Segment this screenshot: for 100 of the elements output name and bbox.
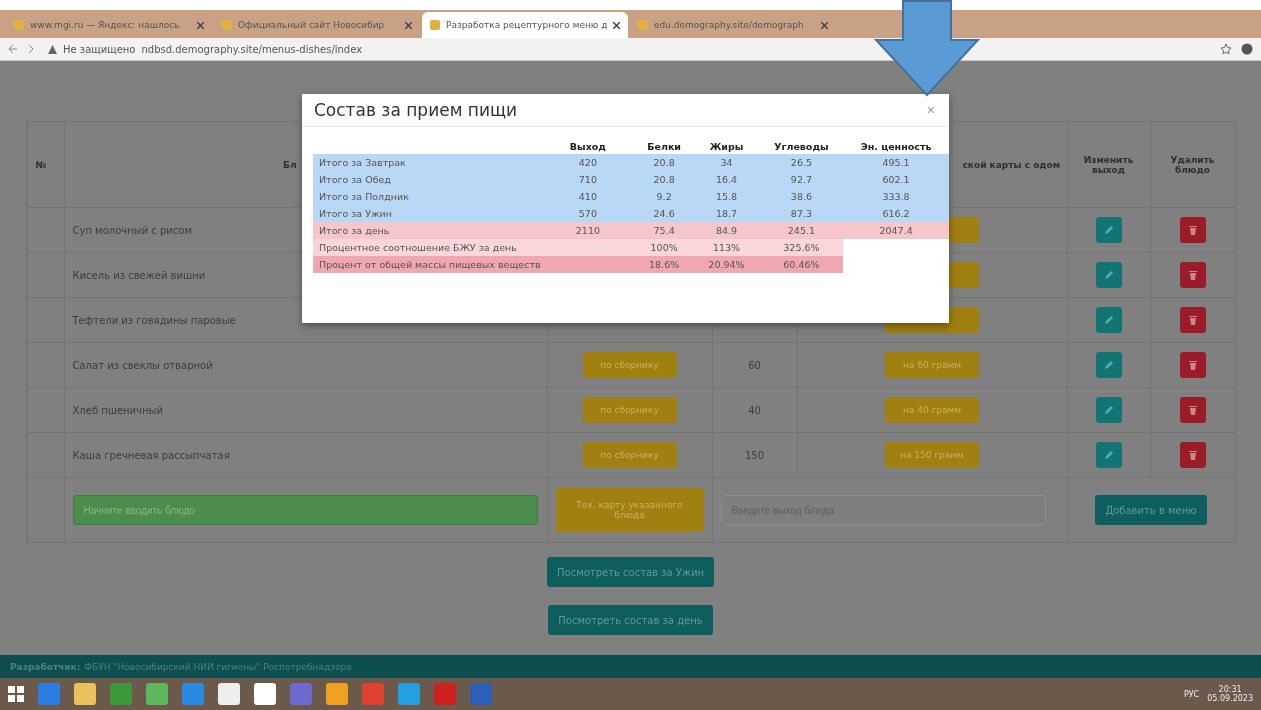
pencil-icon bbox=[1102, 359, 1115, 371]
app-icon[interactable] bbox=[434, 683, 456, 705]
pencil-icon bbox=[1102, 224, 1115, 236]
table-cell: 60.46% bbox=[759, 256, 844, 273]
delete-button[interactable] bbox=[1179, 262, 1206, 288]
table-cell: 38.6 bbox=[759, 188, 844, 205]
edit-button[interactable] bbox=[1095, 307, 1122, 333]
edit-button[interactable] bbox=[1095, 262, 1122, 288]
app-icon[interactable] bbox=[470, 683, 492, 705]
weight-value: 150 bbox=[744, 449, 765, 461]
table-cell: 20.8 bbox=[635, 154, 694, 171]
app-icon[interactable] bbox=[146, 683, 168, 705]
favicon-icon bbox=[430, 20, 440, 30]
tech-card-button[interactable]: на 60 грамм bbox=[885, 352, 979, 378]
table-cell: 420 bbox=[540, 154, 636, 171]
column-header: ской карты с одом bbox=[962, 159, 1062, 170]
table-cell: 20.8 bbox=[635, 171, 694, 188]
footer-label: Разработчик: bbox=[10, 661, 81, 672]
delete-button[interactable] bbox=[1179, 217, 1206, 243]
table-cell: 2110 bbox=[540, 222, 636, 239]
app-icon[interactable] bbox=[254, 683, 276, 705]
table-cell: 20.94% bbox=[693, 256, 760, 273]
windows-icon[interactable] bbox=[8, 686, 24, 702]
close-button[interactable]: × bbox=[926, 102, 935, 118]
table-cell: 410 bbox=[540, 188, 636, 205]
close-icon[interactable] bbox=[197, 21, 204, 29]
table-cell: 710 bbox=[540, 171, 636, 188]
table-cell: 18.7 bbox=[693, 205, 760, 222]
trash-icon bbox=[1187, 224, 1198, 236]
browser-tab[interactable]: www.mgi.ru — Яндекс: нашлось bbox=[6, 12, 212, 38]
close-icon[interactable] bbox=[613, 21, 620, 29]
table-cell: 15.8 bbox=[693, 188, 760, 205]
app-icon[interactable] bbox=[110, 683, 132, 705]
trash-icon bbox=[1187, 404, 1198, 416]
tech-card-button[interactable]: на 150 грамм bbox=[885, 442, 979, 468]
column-header: Углеводы bbox=[759, 139, 844, 154]
app-icon[interactable] bbox=[218, 683, 240, 705]
pencil-icon bbox=[1102, 269, 1115, 281]
add-to-menu-button[interactable]: Добавить в меню bbox=[1095, 495, 1207, 525]
row-label: Итого за Ужин bbox=[313, 205, 541, 222]
column-header: Выход bbox=[540, 139, 636, 154]
favicon-icon bbox=[14, 20, 24, 30]
delete-button[interactable] bbox=[1179, 307, 1206, 333]
app-icon[interactable] bbox=[326, 683, 348, 705]
dish-name: Каша гречневая рассыпчатая bbox=[72, 449, 230, 461]
table-cell: 325.6% bbox=[759, 239, 844, 256]
app-icon[interactable] bbox=[398, 683, 420, 705]
delete-button[interactable] bbox=[1179, 397, 1206, 423]
warning-icon bbox=[48, 44, 57, 54]
table-cell: 16.4 bbox=[693, 171, 760, 188]
recipe-button[interactable]: по сборнику bbox=[582, 442, 677, 468]
column-header: Эн. ценность bbox=[843, 139, 949, 154]
view-composition-button[interactable]: Посмотреть состав за день bbox=[548, 605, 713, 635]
trash-icon bbox=[1187, 449, 1198, 461]
table-cell: 92.7 bbox=[759, 171, 844, 188]
dish-name: Суп молочный с рисом bbox=[72, 224, 192, 236]
app-icon[interactable] bbox=[362, 683, 384, 705]
browser-tab[interactable]: Разработка рецептурного меню д bbox=[422, 12, 628, 38]
table-cell: 570 bbox=[540, 205, 636, 222]
star-icon[interactable] bbox=[1221, 44, 1231, 54]
clock[interactable]: 20:31 05.09.2023 bbox=[1207, 685, 1253, 703]
close-icon[interactable] bbox=[405, 21, 412, 29]
edit-button[interactable] bbox=[1095, 352, 1122, 378]
trash-icon bbox=[1187, 314, 1198, 326]
url-text[interactable]: ndbsd.demography.site/menus-dishes/index bbox=[141, 43, 363, 55]
table-cell: 84.9 bbox=[693, 222, 760, 239]
app-icon[interactable] bbox=[290, 683, 312, 705]
table-cell: 245.1 bbox=[759, 222, 844, 239]
browser-tab[interactable]: edu.demography.site/demograph bbox=[630, 12, 836, 38]
browser-tab[interactable]: Официальный сайт Новосибир bbox=[214, 12, 420, 38]
edit-button[interactable] bbox=[1095, 442, 1122, 468]
footer-text: ФБУН "Новосибирский НИИ гигиены" Роспотребнадзора bbox=[84, 661, 352, 672]
recipe-button[interactable]: по сборнику bbox=[582, 352, 677, 378]
close-icon[interactable] bbox=[821, 21, 828, 29]
language-indicator[interactable]: РУС bbox=[1183, 689, 1200, 699]
modal-title: Состав за прием пищи bbox=[314, 100, 518, 120]
app-icon[interactable] bbox=[182, 683, 204, 705]
app-icon[interactable] bbox=[38, 683, 60, 705]
edit-button[interactable] bbox=[1095, 397, 1122, 423]
table-cell: 333.8 bbox=[843, 188, 949, 205]
table-cell: 75.4 bbox=[635, 222, 694, 239]
row-label: Итого за день bbox=[313, 222, 541, 239]
view-composition-button[interactable]: Посмотреть состав за Ужин bbox=[547, 557, 714, 587]
edit-button[interactable] bbox=[1095, 217, 1122, 243]
table-cell: 113% bbox=[693, 239, 760, 256]
table-cell: 87.3 bbox=[759, 205, 844, 222]
trash-icon bbox=[1187, 269, 1198, 281]
tech-card-button[interactable]: Тех. карту указанного блюда bbox=[555, 488, 704, 532]
table-cell: 34 bbox=[693, 154, 760, 171]
dish-name: Кисель из свежей вишни bbox=[72, 269, 206, 281]
delete-button[interactable] bbox=[1179, 352, 1206, 378]
security-label: Не защищено bbox=[63, 43, 136, 55]
app-icon[interactable] bbox=[74, 683, 96, 705]
favicon-icon bbox=[638, 20, 648, 30]
pencil-icon bbox=[1102, 449, 1115, 461]
delete-button[interactable] bbox=[1179, 442, 1206, 468]
profile-icon[interactable] bbox=[1241, 43, 1253, 55]
tech-card-button[interactable]: на 40 грамм bbox=[885, 397, 979, 423]
recipe-button[interactable]: по сборнику bbox=[582, 397, 677, 423]
row-label: Итого за Завтрак bbox=[313, 154, 541, 171]
